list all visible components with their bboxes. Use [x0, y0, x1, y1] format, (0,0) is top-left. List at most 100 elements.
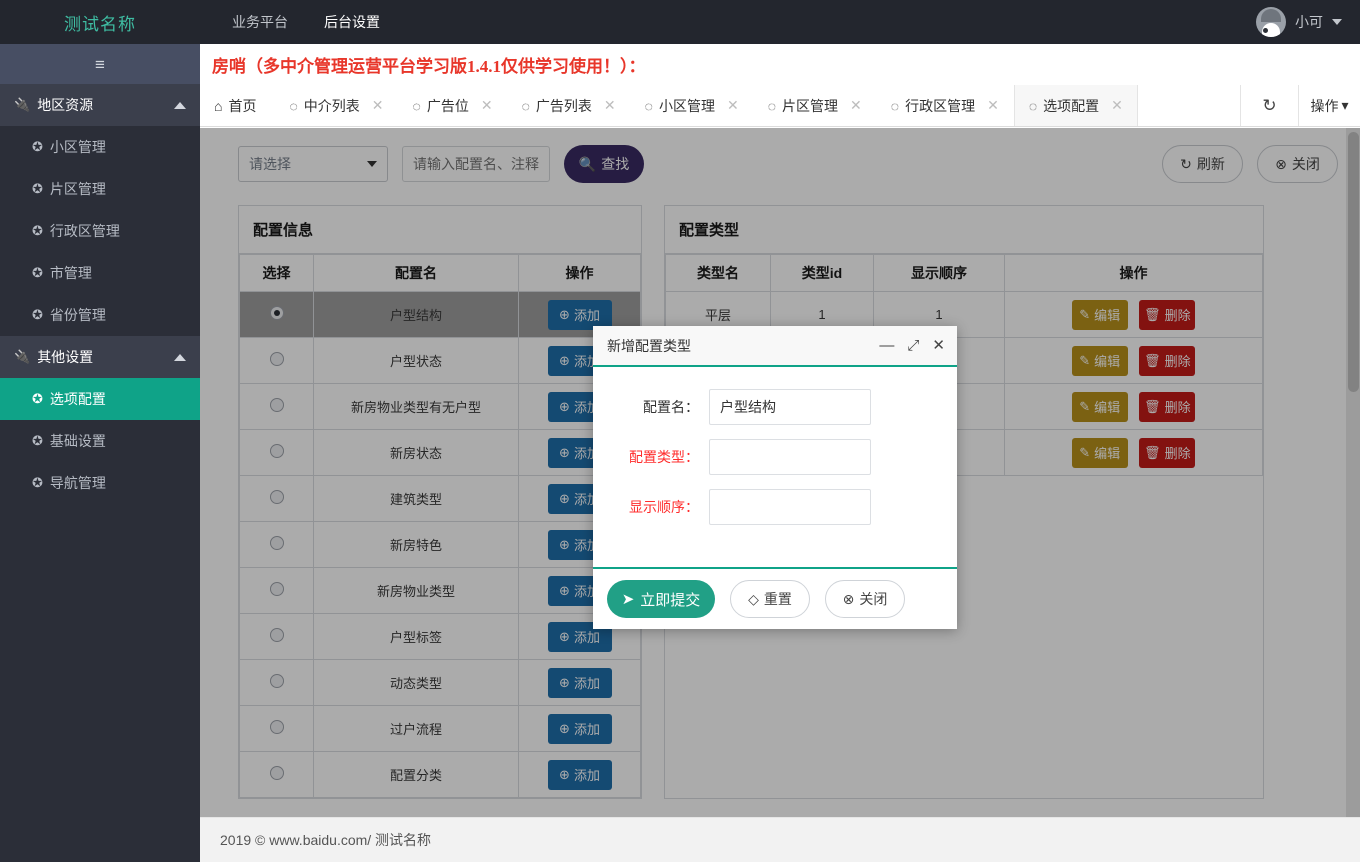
sidebar-item-shengfen[interactable]: ✪ 省份管理 — [0, 294, 200, 336]
modal-close-button[interactable]: ⊗ 关闭 — [825, 580, 905, 618]
sidebar-item-nav-manage[interactable]: ✪ 导航管理 — [0, 462, 200, 504]
tab-label: 中介列表 — [303, 97, 360, 114]
tab-ops-label: 操作 — [1310, 97, 1339, 114]
sidebar-item-shi[interactable]: ✪ 市管理 — [0, 252, 200, 294]
close-icon[interactable]: ✕ — [987, 97, 999, 114]
close-icon[interactable]: ✕ — [604, 97, 616, 114]
tab-label: 小区管理 — [658, 97, 715, 114]
add-config-type-modal: 新增配置类型 — ⤢ ✕ 配置名： 配置类型： 显示顺序： ➤ — [593, 326, 957, 629]
gear-icon: ✪ — [32, 433, 43, 448]
sidebar-item-label: 行政区管理 — [49, 223, 120, 239]
tab-district-manage[interactable]: ◌ 行政区管理 ✕ — [877, 85, 1014, 126]
refresh-circle-icon: ◌ — [644, 97, 653, 114]
chevron-down-icon: ▾ — [1341, 97, 1349, 113]
label-config-type: 配置类型： — [629, 449, 699, 465]
sidebar-item-label: 片区管理 — [49, 181, 106, 197]
sidebar-group-other-label: 其他设置 — [37, 349, 94, 365]
modal-title: 新增配置类型 — [607, 337, 691, 354]
topnav-item-business[interactable]: 业务平台 — [232, 12, 288, 32]
top-navigation-bar: 测试名称 业务平台 后台设置 小可 — [0, 0, 1360, 44]
config-name-field[interactable] — [709, 389, 871, 425]
display-order-field[interactable] — [709, 489, 871, 525]
sidebar-item-label: 省份管理 — [49, 307, 106, 323]
user-name-label: 小可 — [1295, 14, 1323, 30]
announcement-banner: 房哨（多中介管理运营平台学习版1.4.1仅供学习使用！）： — [200, 44, 1360, 85]
tab-agent-list[interactable]: ◌ 中介列表 ✕ — [275, 85, 398, 126]
gear-icon: ✪ — [32, 265, 43, 280]
tab-ad-list[interactable]: ◌ 广告列表 ✕ — [508, 85, 631, 126]
tab-xiaoqu-manage[interactable]: ◌ 小区管理 ✕ — [631, 85, 754, 126]
gear-icon: ✪ — [32, 223, 43, 238]
modal-header: 新增配置类型 — ⤢ ✕ — [593, 326, 957, 367]
tab-home[interactable]: ⌂ 首页 — [200, 85, 275, 126]
close-icon[interactable]: ✕ — [932, 338, 945, 353]
form-row-config-type: 配置类型： — [593, 439, 957, 475]
sidebar-item-label: 选项配置 — [49, 391, 106, 407]
maximize-icon[interactable]: ⤢ — [907, 338, 919, 353]
sidebar-group-region[interactable]: 🔌 地区资源 — [0, 84, 200, 126]
sidebar-item-xiaoqu[interactable]: ✪ 小区管理 — [0, 126, 200, 168]
sidebar-item-option-config[interactable]: ✪ 选项配置 — [0, 378, 200, 420]
sidebar-item-label: 市管理 — [49, 265, 92, 281]
close-icon[interactable]: ✕ — [481, 97, 493, 114]
tab-bar: ⌂ 首页 ◌ 中介列表 ✕ ◌ 广告位 ✕ ◌ 广告列表 ✕ ◌ 小区管理 ✕ — [200, 85, 1360, 127]
modal-controls: — ⤢ ✕ — [879, 338, 945, 353]
refresh-circle-icon: ◌ — [767, 97, 777, 114]
plug-icon: 🔌 — [14, 349, 31, 364]
plug-icon: 🔌 — [14, 97, 31, 112]
avatar-eyes-icon — [1263, 20, 1279, 33]
submit-button[interactable]: ➤ 立即提交 — [607, 580, 715, 618]
chevron-up-icon — [174, 101, 186, 109]
home-icon: ⌂ — [214, 97, 223, 114]
tab-refresh-button[interactable]: ↻ — [1240, 85, 1298, 126]
avatar — [1256, 7, 1286, 37]
sidebar-item-pianqu[interactable]: ✪ 片区管理 — [0, 168, 200, 210]
tab-option-config[interactable]: ◌ 选项配置 ✕ — [1013, 85, 1138, 126]
sidebar-item-label: 导航管理 — [49, 475, 106, 491]
close-icon[interactable]: ✕ — [850, 97, 862, 114]
minimize-icon[interactable]: — — [879, 338, 894, 353]
refresh-circle-icon: ◌ — [1028, 97, 1038, 114]
footer-text: 2019 © www.baidu.com/ 测试名称 — [220, 832, 432, 848]
close-icon[interactable]: ✕ — [372, 97, 384, 114]
modal-footer: ➤ 立即提交 ◇ 重置 ⊗ 关闭 — [593, 567, 957, 629]
sidebar-item-base-settings[interactable]: ✪ 基础设置 — [0, 420, 200, 462]
close-icon[interactable]: ✕ — [1111, 97, 1123, 114]
reset-button[interactable]: ◇ 重置 — [730, 580, 810, 618]
modal-body: 配置名： 配置类型： 显示顺序： — [593, 367, 957, 567]
close-icon[interactable]: ✕ — [727, 97, 739, 114]
user-menu[interactable]: 小可 — [1256, 0, 1342, 44]
tab-pianqu-manage[interactable]: ◌ 片区管理 ✕ — [754, 85, 877, 126]
sidebar-item-xingzhengqu[interactable]: ✪ 行政区管理 — [0, 210, 200, 252]
config-type-field[interactable] — [709, 439, 871, 475]
refresh-circle-icon: ◌ — [289, 97, 298, 114]
sidebar-item-label: 小区管理 — [49, 139, 106, 155]
close-circle-icon: ⊗ — [842, 590, 855, 607]
reset-button-label: 重置 — [763, 591, 792, 607]
brand-title: 测试名称 — [64, 14, 136, 34]
submit-button-label: 立即提交 — [640, 591, 701, 609]
gear-icon: ✪ — [32, 307, 43, 322]
label-config-name: 配置名： — [643, 399, 699, 415]
diamond-icon: ◇ — [748, 590, 759, 607]
sidebar: ≡ 🔌 地区资源 ✪ 小区管理 ✪ 片区管理 ✪ 行政区管理 ✪ 市管理 ✪ 省… — [0, 44, 200, 862]
page-footer: 2019 © www.baidu.com/ 测试名称 — [200, 817, 1360, 862]
tab-operations-menu[interactable]: 操作 ▾ — [1298, 85, 1360, 126]
tab-label: 选项配置 — [1043, 97, 1100, 114]
sidebar-collapse-button[interactable]: ≡ — [0, 44, 200, 84]
modal-close-label: 关闭 — [859, 591, 888, 607]
app-root: 测试名称 业务平台 后台设置 小可 ≡ 🔌 地区资源 ✪ 小区管理 ✪ 片区管理… — [0, 0, 1360, 862]
form-row-display-order: 显示顺序： — [593, 489, 957, 525]
topnav-item-backend[interactable]: 后台设置 — [324, 12, 380, 32]
refresh-circle-icon: ◌ — [412, 97, 421, 114]
tab-ad-slot[interactable]: ◌ 广告位 ✕ — [399, 85, 508, 126]
tab-spacer — [1138, 85, 1240, 126]
form-row-config-name: 配置名： — [593, 389, 957, 425]
gear-icon: ✪ — [32, 139, 43, 154]
sidebar-group-other[interactable]: 🔌 其他设置 — [0, 336, 200, 378]
chevron-down-icon — [1332, 19, 1342, 25]
tab-label: 首页 — [228, 97, 257, 114]
chevron-up-icon — [174, 353, 186, 361]
tab-label: 广告列表 — [535, 97, 592, 114]
tab-label: 广告位 — [426, 97, 469, 114]
